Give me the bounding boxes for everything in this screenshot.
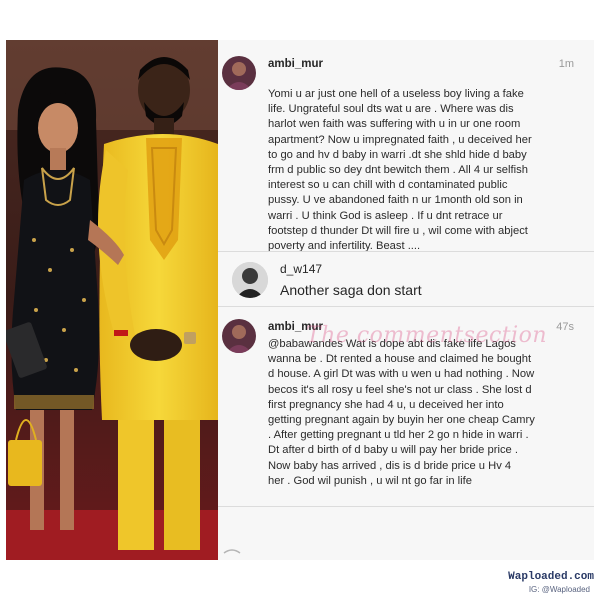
comment-text: Another saga don start	[280, 282, 422, 298]
comment-line: to go and hv d baby in warri .dt she shl…	[268, 148, 527, 161]
comment-username[interactable]: d_w147	[280, 262, 322, 276]
comment-text: @babawandes Wat is dope abt dis fake lif…	[268, 337, 590, 489]
comment-line: first pregnancy she had 4 u, u deceived …	[268, 398, 504, 411]
comment-line: Now baby has arrived , dis is d bride pr…	[268, 459, 512, 472]
couple-photo	[6, 40, 218, 560]
divider	[218, 306, 594, 307]
comment-time: 47s	[556, 321, 574, 333]
avatar[interactable]	[222, 56, 256, 90]
reply-arrow-icon[interactable]	[223, 549, 241, 554]
comment-line: apartment? Now u impregnated faith , u d…	[268, 133, 532, 146]
divider	[218, 506, 594, 507]
comment-line: Yomi u ar just one hell of a useless boy…	[268, 88, 524, 100]
credit-site: Waploaded.com	[508, 571, 594, 583]
comment-line: interest so u can chill with d contamina…	[268, 179, 508, 192]
divider	[218, 251, 594, 252]
comment-line: d house. A girl Dt was with u wen u had …	[268, 368, 535, 381]
avatar[interactable]	[232, 262, 268, 298]
comment-line: pussy. U ve abandoned faith n ur 1month …	[268, 194, 523, 207]
comment-time: 1m	[558, 58, 574, 70]
bottom-bar	[218, 545, 594, 560]
comment-line: frm d public so dey dnt bewitch them . A…	[268, 164, 528, 177]
comment-line: her . God wil punish , u wil nt go far i…	[268, 474, 472, 487]
comment-line: wanna be . Dt rented a house and claimed…	[268, 353, 532, 366]
watermark: The commentsection	[306, 323, 548, 348]
comment-line: life. Ungrateful soul dts wat u are . Wh…	[268, 103, 514, 116]
comment-line: warri . U think God is asleep . If u dnt…	[268, 209, 503, 222]
comment-line: . After getting pregnant u tld her 2 go …	[268, 429, 529, 442]
comment-text: Yomi u ar just one hell of a useless boy…	[268, 87, 588, 254]
comments-panel: ambi_mur 1m Yomi u ar just one hell of a…	[218, 40, 594, 560]
comment-line: footstep d thunder Dt will fire u , wil …	[268, 224, 528, 237]
comment-line: harlot wen faith was suffering with u in…	[268, 118, 521, 131]
avatar[interactable]	[222, 319, 256, 353]
comment-line: getting pregnant again by buyin her one …	[268, 414, 535, 427]
credit-ig: IG: @Waploaded	[528, 585, 590, 594]
comment-line: Dt after d birth of d baby u will pay he…	[268, 444, 518, 457]
comment-username[interactable]: ambi_mur	[268, 58, 323, 70]
comment-line: becos it's all rosy u feel she's not ur …	[268, 383, 532, 396]
